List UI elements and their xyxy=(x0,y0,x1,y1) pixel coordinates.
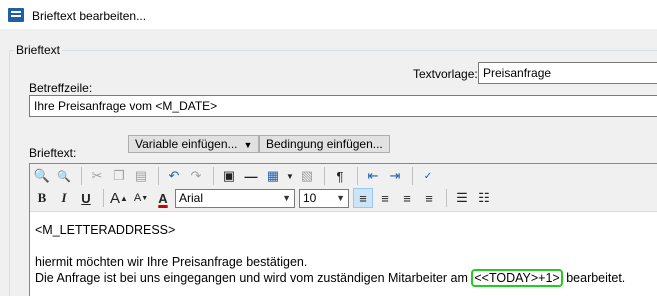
italic-icon[interactable]: I xyxy=(54,188,74,208)
toolbar-separator xyxy=(446,189,447,207)
align-right-icon[interactable]: ≡ xyxy=(397,188,417,208)
font-size-select[interactable]: 10 ▼ xyxy=(299,188,349,208)
rich-text-editor[interactable]: 🔍 🔍 ✂ ❐ ▤ ↶ ↷ ▣ — ▦ ▼ ▧ ¶ ⇤ ⇥ ✓ B I U A … xyxy=(29,163,657,296)
dropdown-arrow-icon[interactable]: ▼ xyxy=(285,166,295,186)
cut-icon[interactable]: ✂ xyxy=(87,166,107,186)
shrink-font-icon[interactable]: A ▼ xyxy=(131,188,151,208)
body-label: Brieftext: xyxy=(29,146,77,160)
window-title: Brieftext bearbeiten... xyxy=(32,9,147,23)
indent-icon[interactable]: ⇥ xyxy=(385,166,405,186)
insert-variable-button[interactable]: Variable einfügen... ▼ xyxy=(128,135,260,153)
toolbar-separator xyxy=(357,167,358,185)
align-left-icon[interactable]: ≡ xyxy=(353,188,373,208)
outdent-icon[interactable]: ⇤ xyxy=(363,166,383,186)
body-line-2-end: bearbeitet. xyxy=(562,271,626,285)
bullet-list-icon[interactable]: ☰ xyxy=(452,188,472,208)
chevron-down-icon: ▼ xyxy=(336,193,345,203)
toolbar-separator xyxy=(158,167,159,185)
app-icon xyxy=(8,8,24,22)
copy-icon[interactable]: ❐ xyxy=(109,166,129,186)
group-label: Brieftext xyxy=(14,43,63,57)
grow-font-icon[interactable]: A ▲ xyxy=(109,188,129,208)
toolbar-separator xyxy=(81,167,82,185)
bold-icon[interactable]: B xyxy=(32,188,52,208)
subject-input[interactable]: Ihre Preisanfrage vom <M_DATE> xyxy=(29,95,657,117)
image-icon[interactable]: ▧ xyxy=(297,166,317,186)
align-center-icon[interactable]: ≡ xyxy=(375,188,395,208)
toolbar-separator xyxy=(412,167,413,185)
insert-variable-label: Variable einfügen... xyxy=(135,137,238,151)
insert-condition-button[interactable]: Bedingung einfügen... xyxy=(259,135,390,153)
redo-icon[interactable]: ↷ xyxy=(186,166,206,186)
insert-condition-label: Bedingung einfügen... xyxy=(266,137,383,151)
numbered-list-icon[interactable]: ☷ xyxy=(474,188,494,208)
body-line-1: hiermit möchten wir Ihre Preisanfrage be… xyxy=(35,255,308,269)
font-family-select[interactable]: Arial ▼ xyxy=(175,188,295,208)
title-bar: Brieftext bearbeiten... xyxy=(0,0,657,30)
toolbar-separator xyxy=(324,167,325,185)
today-variable[interactable]: <<TODAY>+1> xyxy=(471,269,563,287)
toolbar-row-2: B I U A ▲ A ▼ A Arial ▼ 10 ▼ ≡ ≡ ≡ ≡ ☰ ☷ xyxy=(32,187,496,209)
chevron-down-icon: ▼ xyxy=(282,193,291,203)
dropdown-arrow-icon: ▼ xyxy=(243,140,253,150)
font-color-icon[interactable]: A xyxy=(153,188,173,208)
editor-content[interactable]: <M_LETTERADDRESS> hiermit möchten wir Ih… xyxy=(35,222,626,287)
paragraph-mark-icon[interactable]: ¶ xyxy=(330,166,350,186)
table-icon[interactable]: ▦ xyxy=(263,166,283,186)
template-label: Textvorlage: xyxy=(413,67,478,81)
spellcheck-icon[interactable]: ✓ xyxy=(418,166,438,186)
subject-label: Betreffzeile: xyxy=(29,81,93,95)
font-family-value: Arial xyxy=(179,191,204,205)
toolbar-row-1: 🔍 🔍 ✂ ❐ ▤ ↶ ↷ ▣ — ▦ ▼ ▧ ¶ ⇤ ⇥ ✓ xyxy=(32,165,440,187)
editor-toolbar: 🔍 🔍 ✂ ❐ ▤ ↶ ↷ ▣ — ▦ ▼ ▧ ¶ ⇤ ⇥ ✓ B I U A … xyxy=(30,164,657,212)
font-size-value: 10 xyxy=(303,191,317,205)
undo-icon[interactable]: ↶ xyxy=(164,166,184,186)
page-break-icon[interactable]: ▣ xyxy=(219,166,239,186)
justify-icon[interactable]: ≡ xyxy=(419,188,439,208)
body-line-2: Die Anfrage ist bei uns eingegangen und … xyxy=(35,269,626,287)
horizontal-line-icon[interactable]: — xyxy=(241,166,261,186)
template-select[interactable]: Preisanfrage xyxy=(478,62,657,84)
paste-icon[interactable]: ▤ xyxy=(131,166,151,186)
letter-address-line: <M_LETTERADDRESS> xyxy=(35,223,176,237)
toolbar-separator xyxy=(213,167,214,185)
underline-icon[interactable]: U xyxy=(76,188,96,208)
toolbar-separator xyxy=(103,189,104,207)
find-icon[interactable]: 🔍 xyxy=(32,166,52,186)
find-replace-icon[interactable]: 🔍 xyxy=(54,166,74,186)
body-line-2-start: Die Anfrage ist bei uns eingegangen und … xyxy=(35,271,472,285)
